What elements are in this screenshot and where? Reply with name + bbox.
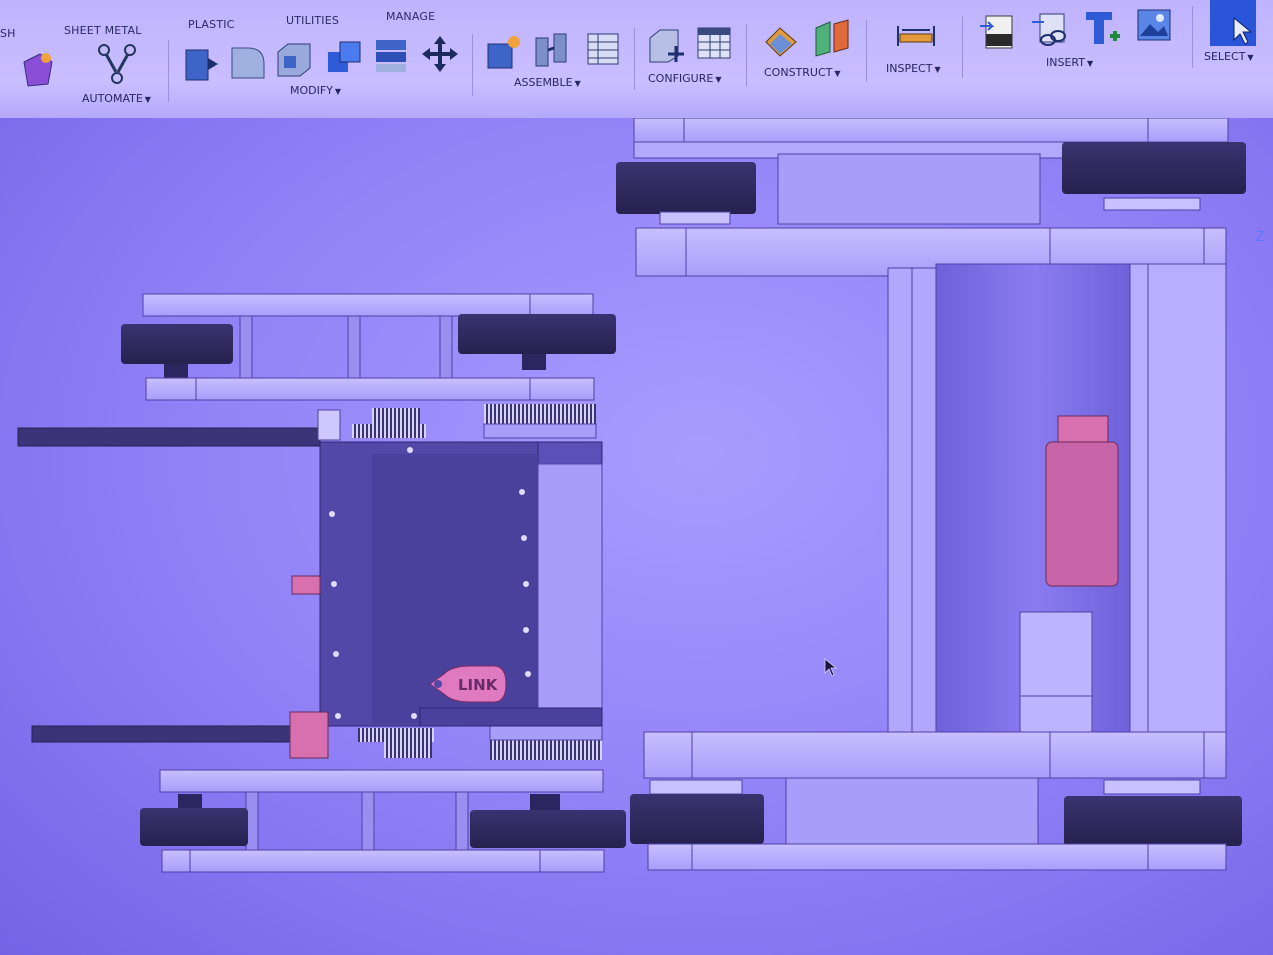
wheel <box>140 808 248 846</box>
divider <box>634 28 635 90</box>
construct-menu[interactable]: CONSTRUCT ▼ <box>764 66 841 79</box>
axle-shaft <box>31 725 295 743</box>
new-component-icon[interactable] <box>484 32 524 72</box>
frame-rail <box>145 377 595 401</box>
automate-menu[interactable]: AUTOMATE ▼ <box>82 92 151 105</box>
pink-part <box>291 575 321 595</box>
insert-svg-icon[interactable] <box>978 12 1018 52</box>
wheel <box>470 810 626 848</box>
inspect-menu[interactable]: INSPECT ▼ <box>886 62 941 75</box>
frame-rail <box>647 843 1227 871</box>
insert-mesh-link-icon[interactable] <box>1030 10 1070 50</box>
gear <box>358 728 434 742</box>
gear <box>372 408 420 426</box>
insert-menu[interactable]: INSERT ▼ <box>1046 56 1093 69</box>
link-badge-text: LINK <box>458 676 499 694</box>
assemble-menu[interactable]: ASSEMBLE ▼ <box>514 76 581 89</box>
pink-part <box>289 711 329 759</box>
select-menu[interactable]: SELECT ▼ <box>1204 50 1254 63</box>
right-module <box>616 118 1246 871</box>
gear <box>484 404 596 424</box>
configure-menu[interactable]: CONFIGURE ▼ <box>648 72 721 85</box>
view-cube-label[interactable]: Z <box>1256 230 1265 245</box>
measure-icon[interactable] <box>896 20 936 50</box>
wheel <box>616 162 756 214</box>
wheel <box>1064 796 1242 846</box>
divider <box>168 40 169 102</box>
bill-of-materials-icon[interactable] <box>582 28 622 68</box>
tab-mesh[interactable]: SH <box>0 27 16 40</box>
gear <box>490 740 602 760</box>
gear <box>384 742 432 758</box>
divider <box>962 16 963 78</box>
insert-derive-icon[interactable] <box>1082 8 1122 48</box>
divider <box>472 34 473 96</box>
axle-shaft <box>17 427 321 447</box>
tab-sheet-metal[interactable]: SHEET METAL <box>64 24 142 37</box>
center-block <box>777 153 1041 225</box>
frame-rail <box>159 769 604 793</box>
create-form-icon[interactable] <box>18 50 54 90</box>
joint-icon[interactable] <box>532 30 572 70</box>
select-icon[interactable] <box>1210 0 1256 46</box>
plane-at-angle-icon[interactable] <box>812 18 852 58</box>
automate-icon[interactable] <box>96 44 138 86</box>
modify-menu[interactable]: MODIFY ▼ <box>290 84 341 97</box>
cylinder-part <box>1019 611 1093 733</box>
shell-icon[interactable] <box>274 40 314 80</box>
gear <box>352 424 426 438</box>
configuration-table-icon[interactable] <box>694 24 734 64</box>
move-copy-icon[interactable] <box>420 34 460 74</box>
model-viewport: LINK <box>17 118 1246 873</box>
fillet-icon[interactable] <box>228 42 268 82</box>
offset-plane-icon[interactable] <box>762 22 802 62</box>
insert-canvas-icon[interactable] <box>1134 6 1174 46</box>
mouse-pointer-icon <box>824 658 838 678</box>
toolbar: SH SHEET METAL PLASTIC UTILITIES MANAGE … <box>0 0 1273 120</box>
tab-manage[interactable]: MANAGE <box>386 10 435 23</box>
wheel <box>458 314 616 354</box>
press-pull-icon[interactable] <box>182 44 222 84</box>
align-icon[interactable] <box>372 36 412 76</box>
frame-rail <box>633 118 1229 143</box>
center-block <box>785 777 1039 849</box>
frame-rail <box>161 849 605 873</box>
design-canvas[interactable]: LINK Z <box>0 118 1273 955</box>
combine-icon[interactable] <box>324 38 364 78</box>
divider <box>1192 6 1193 68</box>
tab-utilities[interactable]: UTILITIES <box>286 14 339 27</box>
divider <box>866 20 867 82</box>
left-module: LINK <box>17 293 626 873</box>
tab-plastic[interactable]: PLASTIC <box>188 18 235 31</box>
configure-icon[interactable] <box>646 26 686 66</box>
frame-rail <box>142 293 594 317</box>
wheel <box>1062 142 1246 194</box>
wheel <box>630 794 764 844</box>
pink-component <box>1045 441 1119 587</box>
wheel <box>121 324 233 364</box>
divider <box>746 24 747 86</box>
frame-rail <box>643 731 1227 779</box>
